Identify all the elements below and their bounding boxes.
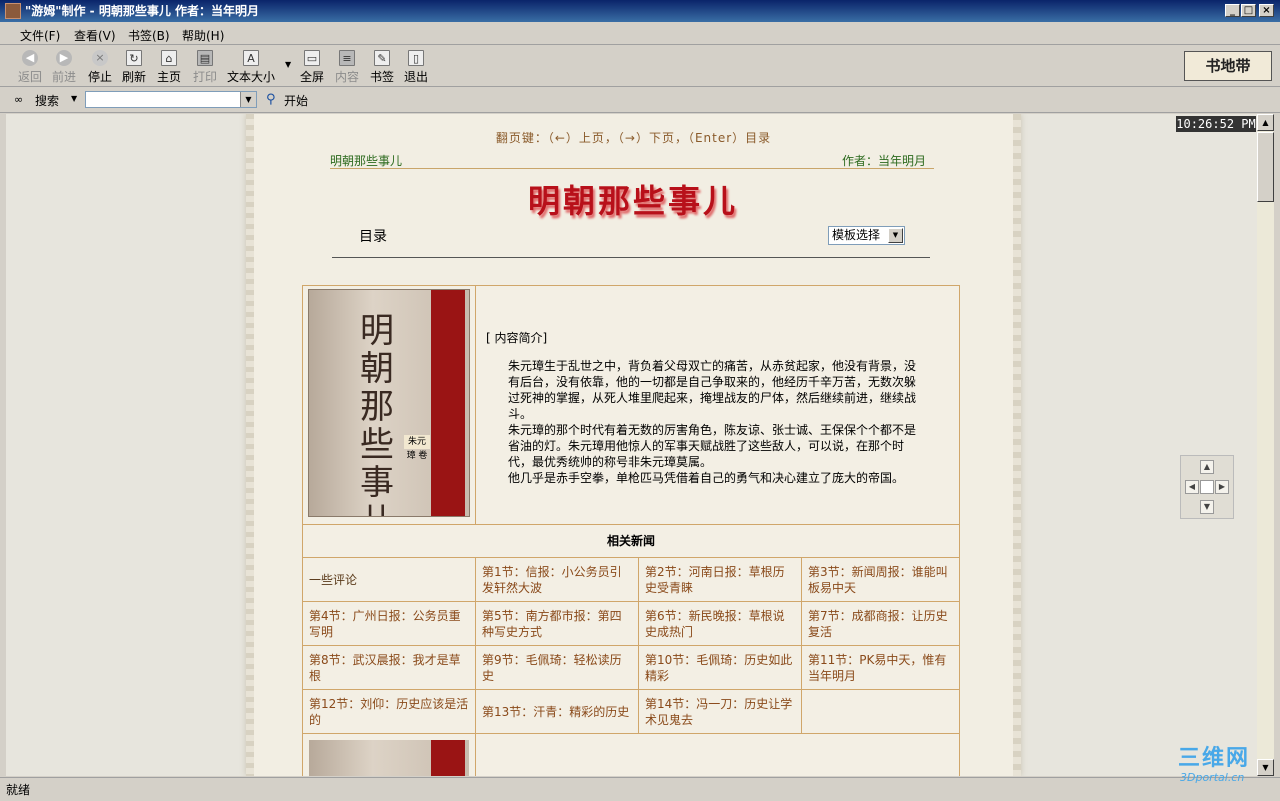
site-watermark: 三维网 <box>1178 746 1251 771</box>
binoculars-icon: ∞ <box>14 93 24 106</box>
news-link[interactable]: 第12节：刘仰：历史应该是活的 <box>302 689 476 734</box>
intro-paragraph: 朱元璋的那个时代有着无数的厉害角色，陈友谅、张士诚、王保保个个都不是省油的灯。朱… <box>508 423 917 469</box>
news-link[interactable]: 第9节：毛佩琦：轻松读历史 <box>475 645 639 690</box>
text-size-button[interactable]: A 文本大小 <box>222 50 280 84</box>
search-menu-dropdown-icon[interactable]: ▼ <box>71 94 77 103</box>
bookmark-icon: ✎ <box>374 50 390 66</box>
home-button[interactable]: ⌂ 主页 <box>149 50 189 84</box>
news-link[interactable]: 第4节：广州日报：公务员重写明 <box>302 601 476 646</box>
scroll-up-icon[interactable]: ▲ <box>1257 114 1274 131</box>
news-link[interactable]: 第11节：PK易中天，惟有当年明月 <box>801 645 960 690</box>
site-watermark-url: 3Dportal.cn <box>1180 771 1245 784</box>
forward-button[interactable]: ▶ 前进 <box>44 50 84 84</box>
author-name: 作者：当年明月 <box>842 154 927 168</box>
news-link[interactable]: 一些评论 <box>302 557 476 602</box>
menu-file[interactable]: 文件(F) <box>16 26 64 45</box>
close-button[interactable]: × <box>1259 4 1274 17</box>
intro-title: [ 内容简介] <box>486 331 548 345</box>
header-divider <box>330 168 934 169</box>
printer-icon: ▤ <box>197 50 213 66</box>
search-go-button[interactable]: 开始 <box>284 92 308 109</box>
text-size-icon: A <box>243 50 259 66</box>
news-link[interactable]: 第1节：信报：小公务员引发轩然大波 <box>475 557 639 602</box>
search-input[interactable]: ▼ <box>85 91 257 108</box>
home-icon: ⌂ <box>161 50 177 66</box>
news-link[interactable]: 第6节：新民晚报：草根说史成热门 <box>638 601 802 646</box>
book-cover-image[interactable]: 明朝那些事儿 朱元璋 卷 <box>308 289 470 517</box>
page-nav-pad: ▲ ◀ ▶ ▼ <box>1180 455 1234 519</box>
news-row: 第4节：广州日报：公务员重写明 第5节：南方都市报：第四种写史方式 第6节：新民… <box>302 601 960 646</box>
nav-down-icon[interactable]: ▼ <box>1200 500 1214 514</box>
nav-right-icon[interactable]: ▶ <box>1215 480 1229 494</box>
book-info-table: 明朝那些事儿 朱元璋 卷 [ 内容简介] 朱元璋生于乱世之中，背负着父母双亡的痛… <box>302 285 960 776</box>
intro-paragraph: 朱元璋生于乱世之中，背负着父母双亡的痛苦，从赤贫起家，他没有背景，没有后台，没有… <box>508 359 917 421</box>
exit-door-icon: ▯ <box>408 50 424 66</box>
news-link[interactable]: 第8节：武汉晨报：我才是草根 <box>302 645 476 690</box>
status-text: 就绪 <box>6 783 31 797</box>
chevron-down-icon[interactable]: ▼ <box>888 228 903 243</box>
clock: 10:26:52 PM <box>1176 116 1256 132</box>
news-row: 第8节：武汉晨报：我才是草根 第9节：毛佩琦：轻松读历史 第10节：毛佩琦：历史… <box>302 645 960 690</box>
vertical-scrollbar[interactable]: ▲ ▼ <box>1257 114 1274 776</box>
toc-divider <box>332 257 930 258</box>
news-link[interactable]: 第10节：毛佩琦：历史如此精彩 <box>638 645 802 690</box>
nav-center[interactable] <box>1200 480 1214 494</box>
refresh-button[interactable]: ↻ 刷新 <box>114 50 154 84</box>
magnifier-icon: ⚲ <box>266 92 276 107</box>
exit-button[interactable]: ▯ 退出 <box>396 50 436 84</box>
back-arrow-icon: ◀ <box>22 50 38 66</box>
app-icon <box>5 3 21 19</box>
toolbar: ◀ 返回 ▶ 前进 × 停止 ↻ 刷新 ⌂ 主页 ▤ 打印 A 文本大小 ▼ ▭ 全屏 ≡ 内容 … <box>0 46 1280 87</box>
book-cover-image[interactable] <box>309 740 469 776</box>
next-cover-cell <box>302 733 476 776</box>
print-button[interactable]: ▤ 打印 <box>185 50 225 84</box>
page-turn-hint: 翻页键：（←）上页，（→）下页，（Enter）目录 <box>495 131 772 145</box>
contents-icon: ≡ <box>339 50 355 66</box>
cover-cell: 明朝那些事儿 朱元璋 卷 <box>302 285 476 525</box>
status-bar: 就绪 <box>0 777 1280 801</box>
content-area: 10:26:52 PM 翻页键：（←）上页，（→）下页，（Enter）目录 明朝… <box>6 114 1257 776</box>
news-link[interactable]: 第14节：冯一刀：历史让学术见鬼去 <box>638 689 802 734</box>
news-link[interactable]: 第3节：新闻周报：谁能叫板易中天 <box>801 557 960 602</box>
menu-help[interactable]: 帮助(H) <box>178 26 228 45</box>
search-dropdown-icon[interactable]: ▼ <box>240 92 256 107</box>
forward-arrow-icon: ▶ <box>56 50 72 66</box>
fullscreen-button[interactable]: ▭ 全屏 <box>292 50 332 84</box>
book-title: 明朝那些事儿 <box>527 182 738 220</box>
news-empty-cell <box>801 689 960 734</box>
window-title: "游姆"制作 - 明朝那些事儿 作者：当年明月 <box>25 4 260 18</box>
scroll-thumb[interactable] <box>1257 132 1274 202</box>
book-name-link[interactable]: 明朝那些事儿 <box>330 152 402 169</box>
contents-button[interactable]: ≡ 内容 <box>327 50 367 84</box>
minimize-button[interactable]: _ <box>1225 4 1240 17</box>
news-header: 相关新闻 <box>302 524 960 558</box>
news-row: 第12节：刘仰：历史应该是活的 第13节：汗青：精彩的历史 第14节：冯一刀：历… <box>302 689 960 734</box>
search-bar: ∞ 搜索 ▼ ▼ ⚲ 开始 <box>0 88 1280 113</box>
refresh-icon: ↻ <box>126 50 142 66</box>
template-select[interactable]: 模板选择 ▼ <box>828 226 905 245</box>
news-link[interactable]: 第2节：河南日报：草根历史受青睐 <box>638 557 802 602</box>
fullscreen-icon: ▭ <box>304 50 320 66</box>
stop-icon: × <box>92 50 108 66</box>
scroll-down-icon[interactable]: ▼ <box>1257 759 1274 776</box>
news-link[interactable]: 第7节：成都商报：让历史复活 <box>801 601 960 646</box>
menu-bookmarks[interactable]: 书签(B) <box>124 26 174 45</box>
news-link[interactable]: 第5节：南方都市报：第四种写史方式 <box>475 601 639 646</box>
menu-bar: 文件(F) 查看(V) 书签(B) 帮助(H) <box>0 24 1280 45</box>
intro-cell: [ 内容简介] 朱元璋生于乱世之中，背负着父母双亡的痛苦，从赤贫起家，他没有背景… <box>475 285 960 525</box>
nav-up-icon[interactable]: ▲ <box>1200 460 1214 474</box>
intro-paragraph: 他几乎是赤手空拳，单枪匹马凭借着自己的勇气和决心建立了庞大的帝国。 <box>508 471 905 485</box>
brand-logo: 书地带 <box>1184 51 1272 81</box>
maximize-button[interactable]: □ <box>1241 4 1256 17</box>
search-label[interactable]: 搜索 <box>35 92 59 109</box>
news-link[interactable]: 第13节：汗青：精彩的历史 <box>475 689 639 734</box>
menu-view[interactable]: 查看(V) <box>70 26 120 45</box>
toc-label: 目录 <box>359 229 387 245</box>
nav-left-icon[interactable]: ◀ <box>1185 480 1199 494</box>
text-size-dropdown-icon[interactable]: ▼ <box>285 60 291 69</box>
title-bar: "游姆"制作 - 明朝那些事儿 作者：当年明月 _ □ × <box>0 0 1280 22</box>
news-row: 一些评论 第1节：信报：小公务员引发轩然大波 第2节：河南日报：草根历史受青睐 … <box>302 557 960 602</box>
